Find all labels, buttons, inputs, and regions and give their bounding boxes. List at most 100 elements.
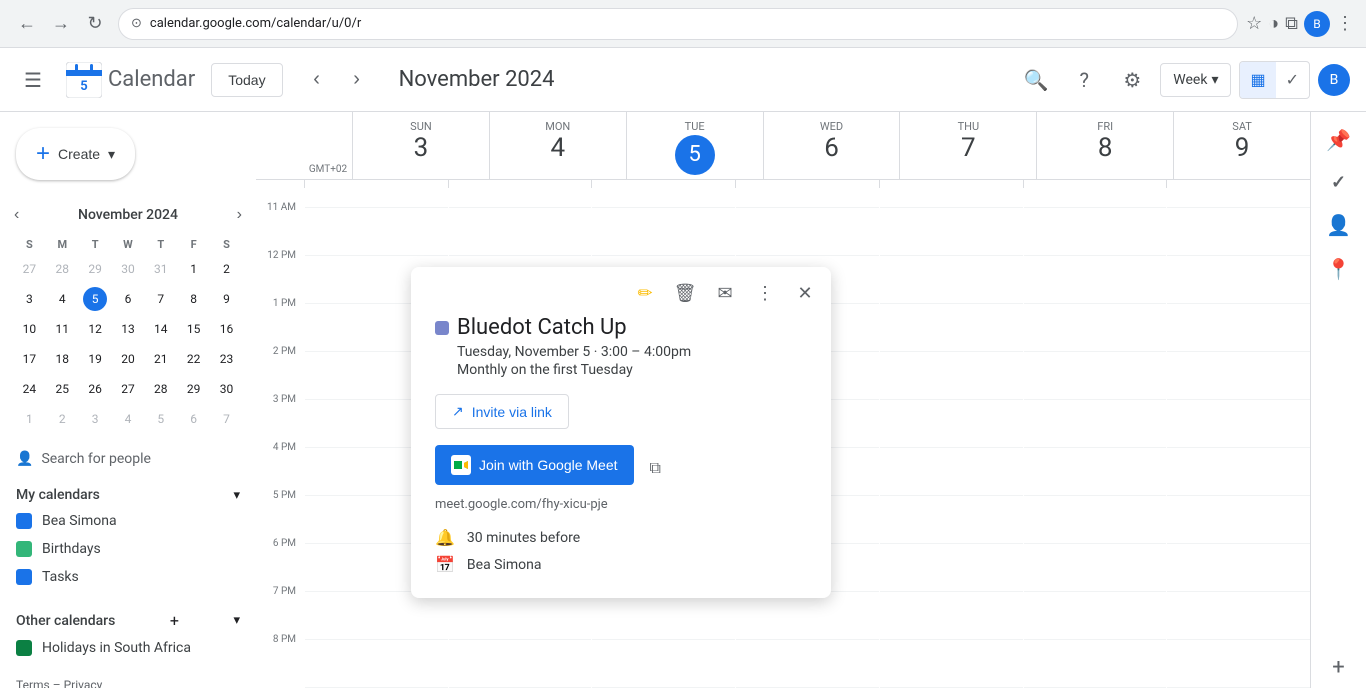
grid-line[interactable] (592, 640, 735, 688)
grid-line[interactable] (1024, 640, 1167, 688)
invite-via-link-button[interactable]: ↗ Invite via link (435, 394, 569, 429)
grid-line[interactable] (880, 544, 1023, 592)
grid-line[interactable] (880, 304, 1023, 352)
add-apps-icon[interactable]: + (1324, 647, 1352, 688)
mini-cal-day[interactable]: 12 (80, 315, 111, 343)
mini-cal-next-button[interactable]: › (235, 204, 244, 226)
day-number[interactable]: 7 (900, 135, 1036, 161)
grid-column[interactable]: Bluedot Catch Up 3 – 4pm (591, 180, 735, 188)
grid-line[interactable] (305, 592, 448, 640)
extensions-icon[interactable]: ⧉ (1285, 13, 1298, 34)
email-guests-button[interactable]: ✉ (707, 275, 743, 311)
grid-line[interactable] (880, 180, 1023, 208)
my-calendar-item[interactable]: Tasks (0, 563, 256, 591)
my-calendars-header[interactable]: My calendars ▾ (0, 483, 256, 507)
my-calendar-item[interactable]: Birthdays (0, 535, 256, 563)
search-icon[interactable]: 🔍 (1016, 60, 1056, 100)
menu-icon[interactable]: ⋮ (1336, 13, 1354, 34)
mini-cal-day[interactable]: 15 (178, 315, 209, 343)
grid-line[interactable] (1024, 208, 1167, 256)
grid-line[interactable] (449, 592, 592, 640)
mini-cal-day[interactable]: 9 (211, 285, 242, 313)
mini-cal-day[interactable]: 3 (14, 285, 45, 313)
search-people[interactable]: 👤 Search for people (0, 443, 256, 475)
grid-line[interactable] (1167, 400, 1310, 448)
grid-line[interactable] (1167, 448, 1310, 496)
list-view-button[interactable]: ✓ (1276, 62, 1309, 98)
prev-period-button[interactable]: ‹ (299, 62, 335, 98)
mini-cal-day[interactable]: 28 (47, 255, 78, 283)
delete-event-button[interactable]: 🗑 (667, 275, 703, 311)
grid-line[interactable] (1167, 180, 1310, 208)
grid-line[interactable] (880, 352, 1023, 400)
grid-line[interactable] (880, 592, 1023, 640)
grid-line[interactable] (1167, 640, 1310, 688)
grid-line[interactable] (1024, 496, 1167, 544)
calendar-checkbox[interactable] (16, 569, 32, 585)
grid-line[interactable] (1167, 208, 1310, 256)
grid-line[interactable] (736, 640, 879, 688)
mini-cal-day[interactable]: 23 (211, 345, 242, 373)
day-number[interactable]: 6 (764, 135, 900, 161)
other-calendar-item[interactable]: Holidays in South Africa (0, 634, 256, 662)
mini-cal-day[interactable]: 27 (14, 255, 45, 283)
mini-cal-day[interactable]: 7 (145, 285, 176, 313)
reload-button[interactable]: ↻ (80, 9, 110, 39)
mini-cal-day[interactable]: 5 (145, 405, 176, 433)
star-icon[interactable]: ☆ (1246, 13, 1262, 34)
grid-line[interactable] (305, 180, 448, 208)
mini-cal-day[interactable]: 11 (47, 315, 78, 343)
forward-button[interactable]: → (46, 9, 76, 39)
tasks-icon[interactable]: ✓ (1323, 164, 1354, 201)
grid-line[interactable] (880, 208, 1023, 256)
calendar-checkbox[interactable] (16, 513, 32, 529)
calendar-checkbox[interactable] (16, 640, 32, 656)
mini-cal-day[interactable]: 25 (47, 375, 78, 403)
grid-line[interactable] (1024, 304, 1167, 352)
mini-cal-day[interactable]: 21 (145, 345, 176, 373)
other-calendars-header[interactable]: Other calendars + ▾ (0, 607, 256, 634)
grid-line[interactable] (449, 208, 592, 256)
grid-line[interactable] (1167, 256, 1310, 304)
day-number[interactable]: 4 (490, 135, 626, 161)
other-cal-add-icon[interactable]: + (170, 611, 179, 630)
mini-cal-day[interactable]: 6 (113, 285, 144, 313)
hamburger-menu[interactable]: ☰ (16, 60, 50, 100)
mini-cal-day[interactable]: 7 (211, 405, 242, 433)
grid-view-button[interactable]: ▦ (1240, 62, 1275, 98)
mini-cal-day[interactable]: 17 (14, 345, 45, 373)
grid-line[interactable] (592, 208, 735, 256)
mini-cal-day[interactable]: 5 (80, 285, 111, 313)
day-number[interactable]: 8 (1037, 135, 1173, 161)
grid-line[interactable] (305, 640, 448, 688)
calendar-checkbox[interactable] (16, 541, 32, 557)
mini-cal-day[interactable]: 3 (80, 405, 111, 433)
mini-cal-day[interactable]: 2 (211, 255, 242, 283)
mini-cal-day[interactable]: 13 (113, 315, 144, 343)
grid-line[interactable] (1167, 544, 1310, 592)
mini-cal-day[interactable]: 29 (80, 255, 111, 283)
mini-cal-day[interactable]: 10 (14, 315, 45, 343)
close-popup-button[interactable]: ✕ (787, 275, 823, 311)
help-icon[interactable]: ? (1064, 60, 1104, 100)
mini-cal-day[interactable]: 22 (178, 345, 209, 373)
mini-cal-day[interactable]: 30 (211, 375, 242, 403)
grid-line[interactable] (880, 640, 1023, 688)
user-avatar-browser[interactable]: B (1304, 11, 1330, 37)
mini-cal-day[interactable]: 4 (47, 285, 78, 313)
more-options-button[interactable]: ⋮ (747, 275, 783, 311)
grid-line[interactable] (1024, 180, 1167, 208)
mini-cal-day[interactable]: 4 (113, 405, 144, 433)
mini-cal-day[interactable]: 1 (14, 405, 45, 433)
grid-line[interactable] (1167, 352, 1310, 400)
edit-event-button[interactable]: ✏ (627, 275, 663, 311)
maps-icon[interactable]: 📍 (1318, 249, 1359, 289)
next-period-button[interactable]: › (339, 62, 375, 98)
grid-line[interactable] (1024, 448, 1167, 496)
join-meet-button[interactable]: Join with Google Meet (435, 445, 634, 485)
today-button[interactable]: Today (211, 63, 282, 97)
mini-cal-day[interactable]: 29 (178, 375, 209, 403)
my-calendar-item[interactable]: Bea Simona (0, 507, 256, 535)
grid-column[interactable] (1166, 180, 1310, 188)
mini-cal-day[interactable]: 28 (145, 375, 176, 403)
